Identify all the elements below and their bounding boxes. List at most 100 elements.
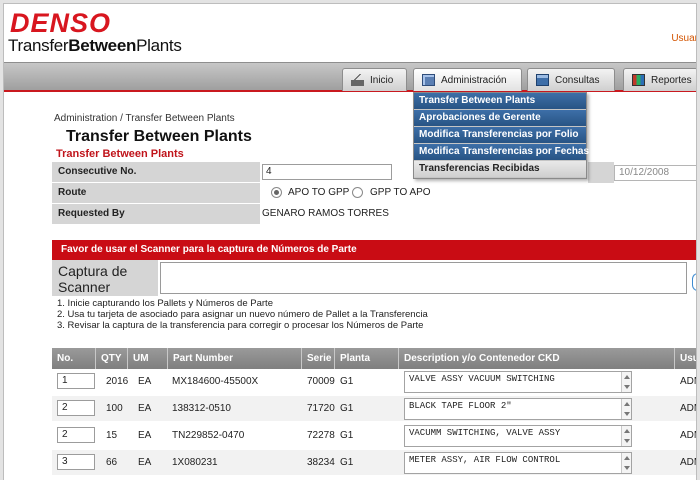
tab-consultas-label: Consultas: [555, 74, 600, 86]
table-row: 2 15 EA TN229852-0470 72278 G1 VACUMM SW…: [52, 423, 696, 448]
row-user: ADMI: [680, 457, 696, 468]
consultas-icon: [536, 74, 549, 86]
row-serie: 71720: [307, 403, 335, 414]
date-input[interactable]: 10/12/2008: [614, 165, 696, 181]
col-planta: Planta: [335, 348, 399, 369]
route-option-apo-to-gpp-label: APO TO GPP: [288, 187, 350, 198]
scanner-label-line1: Captura de: [58, 263, 128, 279]
date-label-cell: [588, 162, 614, 183]
row-um: EA: [138, 376, 152, 387]
row-description[interactable]: METER ASSY, AIR FLOW CONTROL: [404, 452, 632, 474]
menu-item-transferencias-recibidas[interactable]: Transferencias Recibidas: [414, 161, 586, 178]
tab-inicio-label: Inicio: [370, 74, 394, 86]
description-scrollbar[interactable]: [621, 453, 631, 473]
tab-consultas[interactable]: Consultas: [527, 68, 615, 91]
row-qty: 2016: [106, 376, 129, 387]
menu-item-aprobaciones-gerente[interactable]: Aprobaciones de Gerente: [414, 110, 586, 127]
page-title: Transfer Between Plants: [66, 128, 252, 145]
row-qty: 15: [106, 430, 118, 441]
menu-item-modifica-por-fechas[interactable]: Modifica Transferencias por Fechas: [414, 144, 589, 161]
admin-icon: [422, 74, 435, 86]
row-no-input[interactable]: 1: [57, 373, 95, 389]
row-part-number: MX184600-45500X: [172, 376, 259, 387]
row-user: ADMI: [680, 376, 696, 387]
product-name: TransferBetweenPlants: [8, 36, 182, 56]
reportes-icon: [632, 74, 645, 86]
col-serie: Serie: [302, 348, 335, 369]
description-scrollbar[interactable]: [621, 372, 631, 392]
route-radio-gpp-to-apo[interactable]: [352, 187, 363, 198]
parts-table-header: No. QTY UM Part Number Serie Planta Desc…: [52, 348, 696, 369]
consecutive-input[interactable]: 4: [262, 164, 392, 180]
row-description[interactable]: BLACK TAPE FLOOR 2": [404, 398, 632, 420]
scanner-input[interactable]: [160, 262, 687, 294]
row-no-input[interactable]: 2: [57, 400, 95, 416]
row-no-input[interactable]: 3: [57, 454, 95, 470]
row-user: ADMI: [680, 430, 696, 441]
row-serie: 70009: [307, 376, 335, 387]
administracion-dropdown: Transfer Between Plants Aprobaciones de …: [413, 92, 589, 179]
col-no: No.: [52, 348, 96, 369]
row-no-input[interactable]: 2: [57, 427, 95, 443]
route-radio-apo-to-gpp[interactable]: [271, 187, 282, 198]
description-scrollbar[interactable]: [621, 399, 631, 419]
row-description[interactable]: VACUMM SWITCHING, VALVE ASSY: [404, 425, 632, 447]
home-icon: [351, 74, 364, 86]
scanner-label-line2: Scanner: [58, 279, 111, 295]
row-description-text: VALVE ASSY VACUUM SWITCHING: [409, 374, 555, 384]
row-planta: G1: [340, 430, 354, 441]
route-option-gpp-to-apo-label: GPP TO APO: [370, 187, 431, 198]
row-user: ADMI: [680, 403, 696, 414]
product-name-bold: Between: [68, 36, 137, 55]
scanner-banner: Favor de usar el Scanner para la captura…: [52, 240, 696, 260]
table-row: 1 2016 EA MX184600-45500X 70009 G1 VALVE…: [52, 369, 696, 394]
menu-item-transfer-between-plants[interactable]: Transfer Between Plants: [414, 93, 586, 110]
requested-row: Requested By GENARO RAMOS TORRES: [52, 204, 696, 225]
row-qty: 66: [106, 457, 118, 468]
tab-administracion[interactable]: Administración: [413, 68, 522, 91]
consecutive-label: Consecutive No.: [52, 162, 260, 182]
col-um: UM: [128, 348, 168, 369]
col-part-number: Part Number: [168, 348, 302, 369]
scanner-focus-indicator: [692, 273, 696, 291]
row-qty: 100: [106, 403, 123, 414]
menu-item-modifica-por-folio[interactable]: Modifica Transferencias por Folio: [414, 127, 586, 144]
table-row: 2 100 EA 138312-0510 71720 G1 BLACK TAPE…: [52, 396, 696, 421]
col-qty: QTY: [96, 348, 128, 369]
row-planta: G1: [340, 403, 354, 414]
col-description: Description y/o Contenedor CKD: [399, 348, 675, 369]
user-link[interactable]: Usuar: [671, 33, 696, 44]
product-name-prefix: Transfer: [8, 36, 69, 55]
row-description[interactable]: VALVE ASSY VACUUM SWITCHING: [404, 371, 632, 393]
scanner-label: Captura de Scanner: [52, 260, 158, 296]
row-description-text: BLACK TAPE FLOOR 2": [409, 401, 512, 411]
route-label: Route: [52, 183, 260, 203]
row-serie: 72278: [307, 430, 335, 441]
breadcrumb: Administration / Transfer Between Plants: [54, 113, 235, 124]
table-row: 3 66 EA 1X080231 38234 G1 METER ASSY, AI…: [52, 450, 696, 475]
row-part-number: 138312-0510: [172, 403, 231, 414]
row-description-text: VACUMM SWITCHING, VALVE ASSY: [409, 428, 561, 438]
row-planta: G1: [340, 457, 354, 468]
requested-value: GENARO RAMOS TORRES: [262, 208, 389, 219]
header: DENSO TransferBetweenPlants Usuar: [4, 4, 696, 62]
row-um: EA: [138, 430, 152, 441]
col-usuario: Usua: [680, 353, 696, 364]
row-part-number: 1X080231: [172, 457, 218, 468]
row-description-text: METER ASSY, AIR FLOW CONTROL: [409, 455, 561, 465]
page-subtitle: Transfer Between Plants: [56, 148, 184, 160]
description-scrollbar[interactable]: [621, 426, 631, 446]
denso-logo: DENSO: [10, 8, 112, 38]
instruction-2: 2. Usa tu tarjeta de asociado para asign…: [57, 309, 428, 320]
instruction-1: 1. Inicie capturando los Pallets y Númer…: [57, 298, 273, 309]
tab-administracion-label: Administración: [441, 74, 507, 86]
product-name-suffix: Plants: [136, 36, 182, 55]
tab-reportes[interactable]: Reportes: [623, 68, 696, 91]
row-um: EA: [138, 403, 152, 414]
instruction-3: 3. Revisar la captura de la transferenci…: [57, 320, 424, 331]
route-row: Route APO TO GPP GPP TO APO: [52, 183, 696, 204]
menu-bar: Inicio Administración Consultas Reportes: [4, 62, 696, 92]
row-part-number: TN229852-0470: [172, 430, 245, 441]
row-um: EA: [138, 457, 152, 468]
tab-inicio[interactable]: Inicio: [342, 68, 407, 91]
